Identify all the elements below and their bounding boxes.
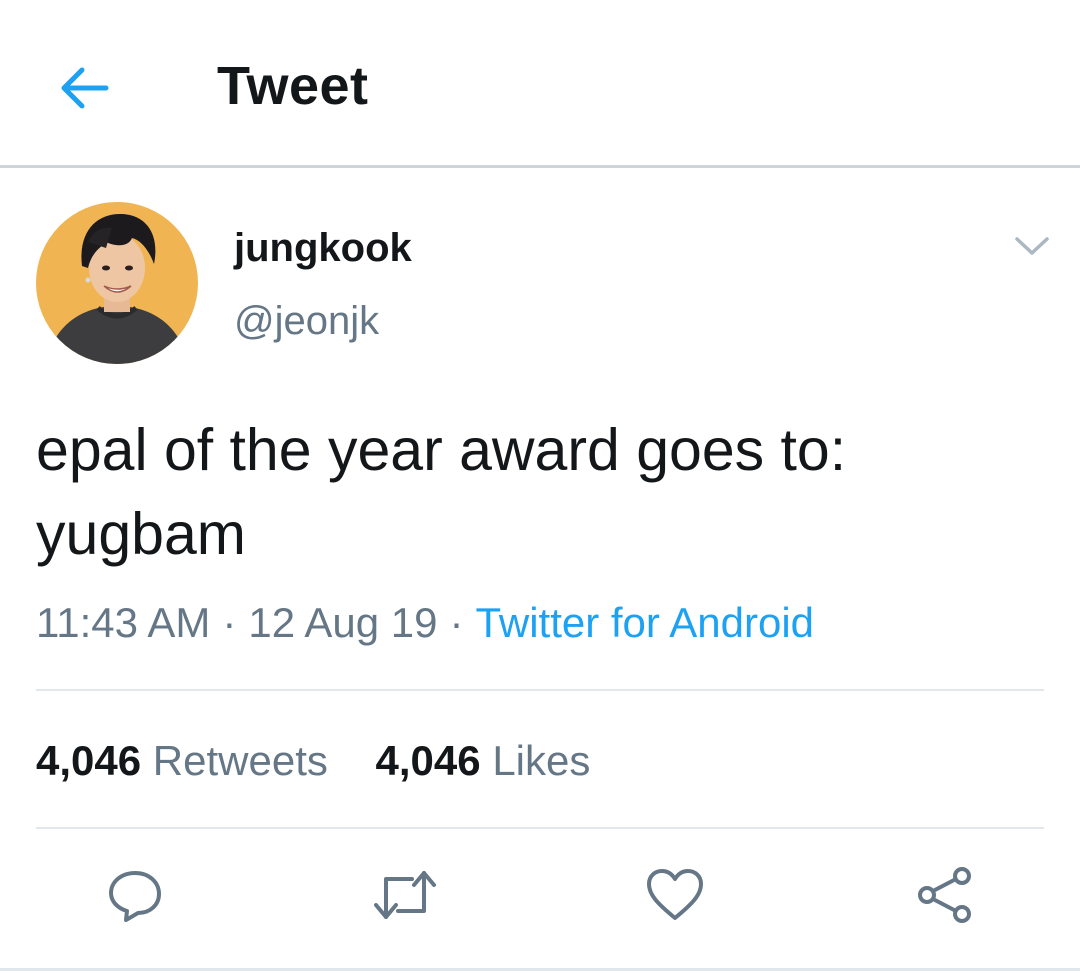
- share-button[interactable]: [912, 862, 978, 928]
- tweet-metadata: 11:43 AM · 12 Aug 19 · Twitter for Android: [36, 596, 814, 650]
- retweets-stat[interactable]: 4,046 Retweets: [36, 734, 328, 788]
- avatar-image: [36, 202, 198, 364]
- divider: [36, 827, 1044, 829]
- tweet-text-line-1: epal of the year award goes to:: [36, 417, 847, 483]
- display-name[interactable]: jungkook: [234, 224, 412, 272]
- user-handle[interactable]: @jeonjk: [234, 297, 379, 345]
- action-bar: [0, 840, 1080, 950]
- tweet-date: 12 Aug 19: [248, 599, 438, 646]
- tweet-time: 11:43 AM: [36, 599, 211, 646]
- reply-button[interactable]: [102, 862, 168, 928]
- retweets-label: Retweets: [152, 737, 328, 784]
- like-icon: [647, 869, 703, 920]
- tweet-options-button[interactable]: [1010, 228, 1054, 264]
- likes-count: 4,046: [375, 737, 481, 784]
- meta-separator: ·: [449, 599, 464, 646]
- avatar[interactable]: [36, 202, 198, 364]
- retweet-button[interactable]: [372, 862, 438, 928]
- back-button[interactable]: [52, 56, 116, 120]
- reply-icon: [109, 871, 161, 922]
- like-button[interactable]: [642, 862, 708, 928]
- share-icon: [918, 867, 971, 923]
- tweet-text-line-2: yugbam: [36, 501, 246, 567]
- tweet-text: epal of the year award goes to: yugbam: [36, 408, 1046, 576]
- likes-label: Likes: [492, 737, 591, 784]
- top-app-bar: Tweet: [0, 0, 1080, 168]
- bottom-divider: [0, 968, 1080, 971]
- retweets-count: 4,046: [36, 737, 142, 784]
- divider: [36, 689, 1044, 691]
- arrow-left-icon: [61, 67, 109, 109]
- page-title: Tweet: [217, 56, 369, 116]
- retweet-icon: [374, 871, 436, 919]
- engagement-stats: 4,046 Retweets 4,046 Likes: [36, 734, 626, 788]
- likes-stat[interactable]: 4,046 Likes: [376, 734, 591, 788]
- chevron-down-icon: [1015, 237, 1049, 255]
- meta-separator: ·: [222, 599, 237, 646]
- tweet-source-link[interactable]: Twitter for Android: [476, 599, 814, 646]
